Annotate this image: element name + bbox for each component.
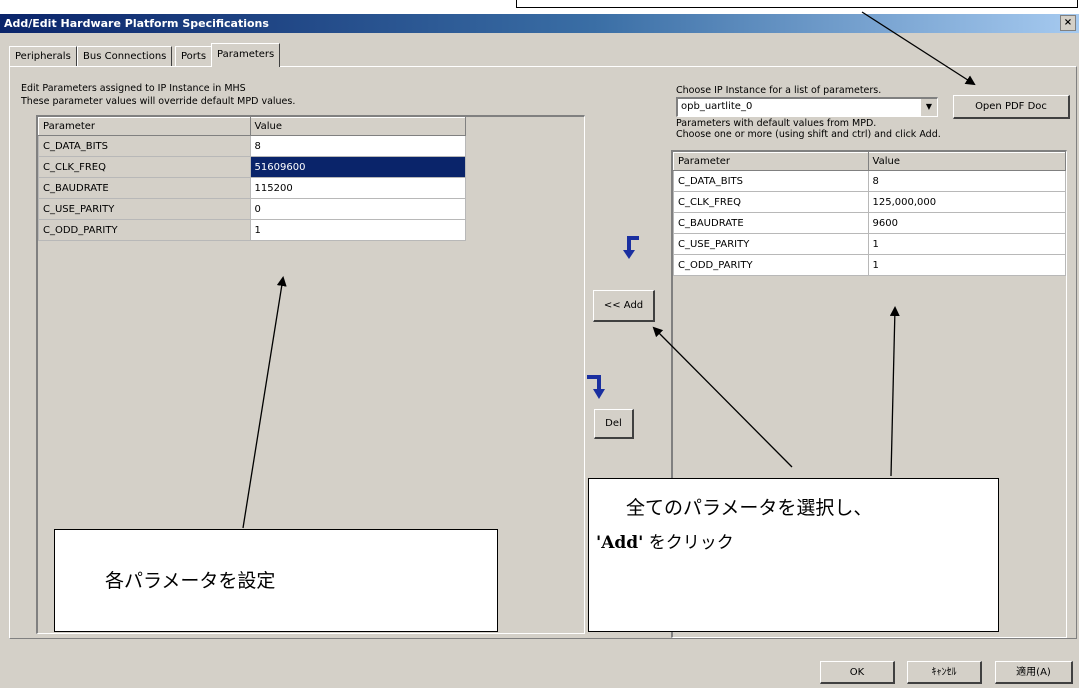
param-name: C_CLK_FREQ [38, 156, 251, 178]
param-name: C_USE_PARITY [38, 198, 251, 220]
tab-parameters[interactable]: Parameters [211, 43, 281, 67]
table-row[interactable]: C_CLK_FREQ 51609600 [38, 156, 467, 178]
param-name: C_ODD_PARITY [673, 254, 869, 276]
choose-instance-label: Choose IP Instance for a list of paramet… [676, 85, 882, 96]
tab-bus-connections[interactable]: Bus Connections [77, 46, 173, 66]
param-value: 1 [867, 233, 1067, 255]
table-row[interactable]: C_DATA_BITS 8 [673, 170, 1067, 192]
callout-select-all-line2-wrap: 'Add' をクリック [596, 528, 734, 553]
callout-select-all: 全てのパラメータを選択し、 'Add' をクリック [588, 478, 999, 632]
left-note-line2: These parameter values will override def… [21, 96, 296, 107]
table-row[interactable]: C_BAUDRATE 9600 [673, 212, 1067, 234]
table-row[interactable]: C_BAUDRATE 115200 [38, 177, 467, 199]
tab-ports[interactable]: Ports [175, 46, 213, 66]
param-value-cell[interactable]: 1 [249, 219, 467, 241]
window-title: Add/Edit Hardware Platform Specification… [4, 17, 269, 30]
apply-button[interactable]: 適用(A) [995, 661, 1073, 684]
column-header-value[interactable]: Value [867, 152, 1067, 171]
open-pdf-doc-button[interactable]: Open PDF Doc [953, 95, 1070, 119]
param-name: C_CLK_FREQ [673, 191, 869, 213]
table-row[interactable]: C_DATA_BITS 8 [38, 135, 467, 157]
move-up-arrow-icon [623, 236, 639, 259]
param-name: C_BAUDRATE [38, 177, 251, 199]
del-button[interactable]: Del [594, 409, 634, 439]
table-row[interactable]: C_USE_PARITY 0 [38, 198, 467, 220]
table-row[interactable]: C_ODD_PARITY 1 [673, 254, 1067, 276]
left-parameter-table: Parameter Value C_DATA_BITS 8 C_CLK_FREQ… [38, 117, 467, 241]
right-note-line2: Choose one or more (using shift and ctrl… [676, 129, 941, 140]
param-name: C_ODD_PARITY [38, 219, 251, 241]
param-value: 1 [867, 254, 1067, 276]
table-row[interactable]: C_USE_PARITY 1 [673, 233, 1067, 255]
param-value-cell[interactable]: 0 [249, 198, 467, 220]
param-value: 9600 [867, 212, 1067, 234]
param-name: C_DATA_BITS [673, 170, 869, 192]
add-button[interactable]: << Add [593, 290, 655, 322]
param-value: 8 [867, 170, 1067, 192]
callout-select-all-line1: 全てのパラメータを選択し、 [626, 497, 873, 519]
ip-instance-value: opb_uartlite_0 [681, 101, 753, 112]
param-value: 125,000,000 [867, 191, 1067, 213]
callout-select-all-line2: をクリック [648, 533, 734, 553]
tab-peripherals[interactable]: Peripherals [9, 46, 77, 66]
column-header-parameter[interactable]: Parameter [38, 117, 251, 136]
callout-set-parameters-text: 各パラメータを設定 [105, 570, 276, 592]
param-name: C_BAUDRATE [673, 212, 869, 234]
param-value-cell[interactable]: 51609600 [249, 156, 467, 178]
table-row[interactable]: C_CLK_FREQ 125,000,000 [673, 191, 1067, 213]
param-value-cell[interactable]: 115200 [249, 177, 467, 199]
cancel-button[interactable]: ｷｬﾝｾﾙ [907, 661, 982, 684]
param-name: C_DATA_BITS [38, 135, 251, 157]
close-icon[interactable]: × [1060, 15, 1076, 31]
table-row[interactable]: C_ODD_PARITY 1 [38, 219, 467, 241]
left-note-line1: Edit Parameters assigned to IP Instance … [21, 83, 246, 94]
right-parameter-table: Parameter Value C_DATA_BITS 8 C_CLK_FREQ… [673, 152, 1067, 276]
param-name: C_USE_PARITY [673, 233, 869, 255]
chevron-down-icon[interactable]: ▼ [920, 99, 937, 116]
column-header-parameter[interactable]: Parameter [673, 152, 869, 171]
move-down-arrow-icon [587, 375, 605, 399]
ip-instance-select[interactable]: opb_uartlite_0 ▼ [676, 97, 938, 117]
column-header-value[interactable]: Value [249, 117, 467, 136]
ok-button[interactable]: OK [820, 661, 895, 684]
callout-add-keyword: 'Add' [596, 533, 644, 553]
callout-set-parameters: 各パラメータを設定 [54, 529, 498, 632]
title-bar: Add/Edit Hardware Platform Specification… [0, 14, 1079, 33]
param-value-cell[interactable]: 8 [249, 135, 467, 157]
top-callout-box [516, 0, 1078, 8]
